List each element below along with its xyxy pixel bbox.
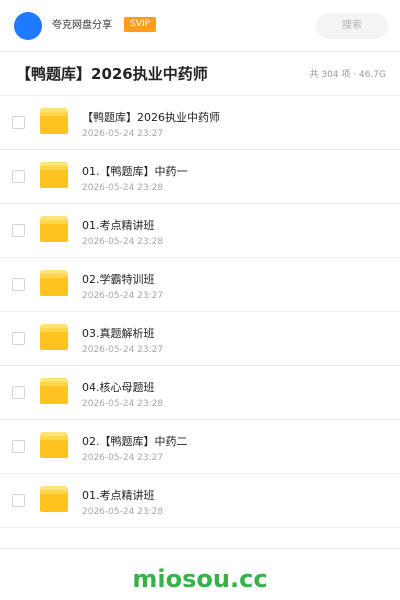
select-checkbox[interactable] bbox=[12, 116, 25, 129]
brand-watermark[interactable]: miosou.cc bbox=[0, 564, 400, 594]
app-name: 夸克网盘分享 bbox=[52, 20, 112, 31]
folder-icon bbox=[40, 162, 68, 188]
select-checkbox[interactable] bbox=[12, 386, 25, 399]
avatar[interactable] bbox=[14, 12, 42, 40]
list-item[interactable]: 01.考点精讲班 2026-05-24 23:28 bbox=[0, 204, 400, 258]
item-date: 2026-05-24 23:28 bbox=[82, 399, 164, 409]
item-date: 2026-05-24 23:27 bbox=[82, 129, 164, 139]
item-name: 01.【鸭题库】中药一 bbox=[82, 165, 188, 178]
footer-bar: miosou.cc bbox=[0, 548, 400, 600]
folder-icon bbox=[40, 432, 68, 458]
folder-icon bbox=[40, 108, 68, 134]
select-checkbox[interactable] bbox=[12, 224, 25, 237]
folder-header: 【鸭题库】2026执业中药师 共 304 项 · 46.7G bbox=[0, 52, 400, 96]
item-date: 2026-05-24 23:28 bbox=[82, 237, 164, 247]
top-bar: 夸克网盘分享 SVIP 搜索 bbox=[0, 0, 400, 52]
item-name: 02.学霸特训班 bbox=[82, 273, 155, 286]
list-item[interactable]: 04.核心母题班 2026-05-24 23:28 bbox=[0, 366, 400, 420]
search-button[interactable]: 搜索 bbox=[316, 13, 388, 39]
item-date: 2026-05-24 23:27 bbox=[82, 453, 164, 463]
list-item[interactable]: 【鸭题库】2026执业中药师 2026-05-24 23:27 bbox=[0, 96, 400, 150]
svip-badge: SVIP bbox=[124, 17, 156, 32]
file-list: 【鸭题库】2026执业中药师 2026-05-24 23:27 01.【鸭题库】… bbox=[0, 96, 400, 528]
item-date: 2026-05-24 23:28 bbox=[82, 183, 164, 193]
select-checkbox[interactable] bbox=[12, 494, 25, 507]
folder-icon bbox=[40, 324, 68, 350]
list-item[interactable]: 01.考点精讲班 2026-05-24 23:28 bbox=[0, 474, 400, 528]
item-name: 【鸭题库】2026执业中药师 bbox=[82, 111, 220, 124]
item-name: 04.核心母题班 bbox=[82, 381, 155, 394]
item-name: 03.真题解析班 bbox=[82, 327, 155, 340]
item-name: 02.【鸭题库】中药二 bbox=[82, 435, 188, 448]
item-date: 2026-05-24 23:28 bbox=[82, 507, 164, 517]
item-date: 2026-05-24 23:27 bbox=[82, 345, 164, 355]
select-checkbox[interactable] bbox=[12, 278, 25, 291]
list-item[interactable]: 02.学霸特训班 2026-05-24 23:27 bbox=[0, 258, 400, 312]
select-checkbox[interactable] bbox=[12, 170, 25, 183]
list-item[interactable]: 02.【鸭题库】中药二 2026-05-24 23:27 bbox=[0, 420, 400, 474]
folder-icon bbox=[40, 486, 68, 512]
folder-icon bbox=[40, 270, 68, 296]
list-item[interactable]: 03.真题解析班 2026-05-24 23:27 bbox=[0, 312, 400, 366]
folder-icon bbox=[40, 216, 68, 242]
page-title: 【鸭题库】2026执业中药师 bbox=[16, 65, 208, 83]
list-item[interactable]: 01.【鸭题库】中药一 2026-05-24 23:28 bbox=[0, 150, 400, 204]
item-name: 01.考点精讲班 bbox=[82, 219, 155, 232]
item-name: 01.考点精讲班 bbox=[82, 489, 155, 502]
folder-meta: 共 304 项 · 46.7G bbox=[309, 70, 387, 80]
folder-icon bbox=[40, 378, 68, 404]
item-date: 2026-05-24 23:27 bbox=[82, 291, 164, 301]
select-checkbox[interactable] bbox=[12, 440, 25, 453]
select-checkbox[interactable] bbox=[12, 332, 25, 345]
